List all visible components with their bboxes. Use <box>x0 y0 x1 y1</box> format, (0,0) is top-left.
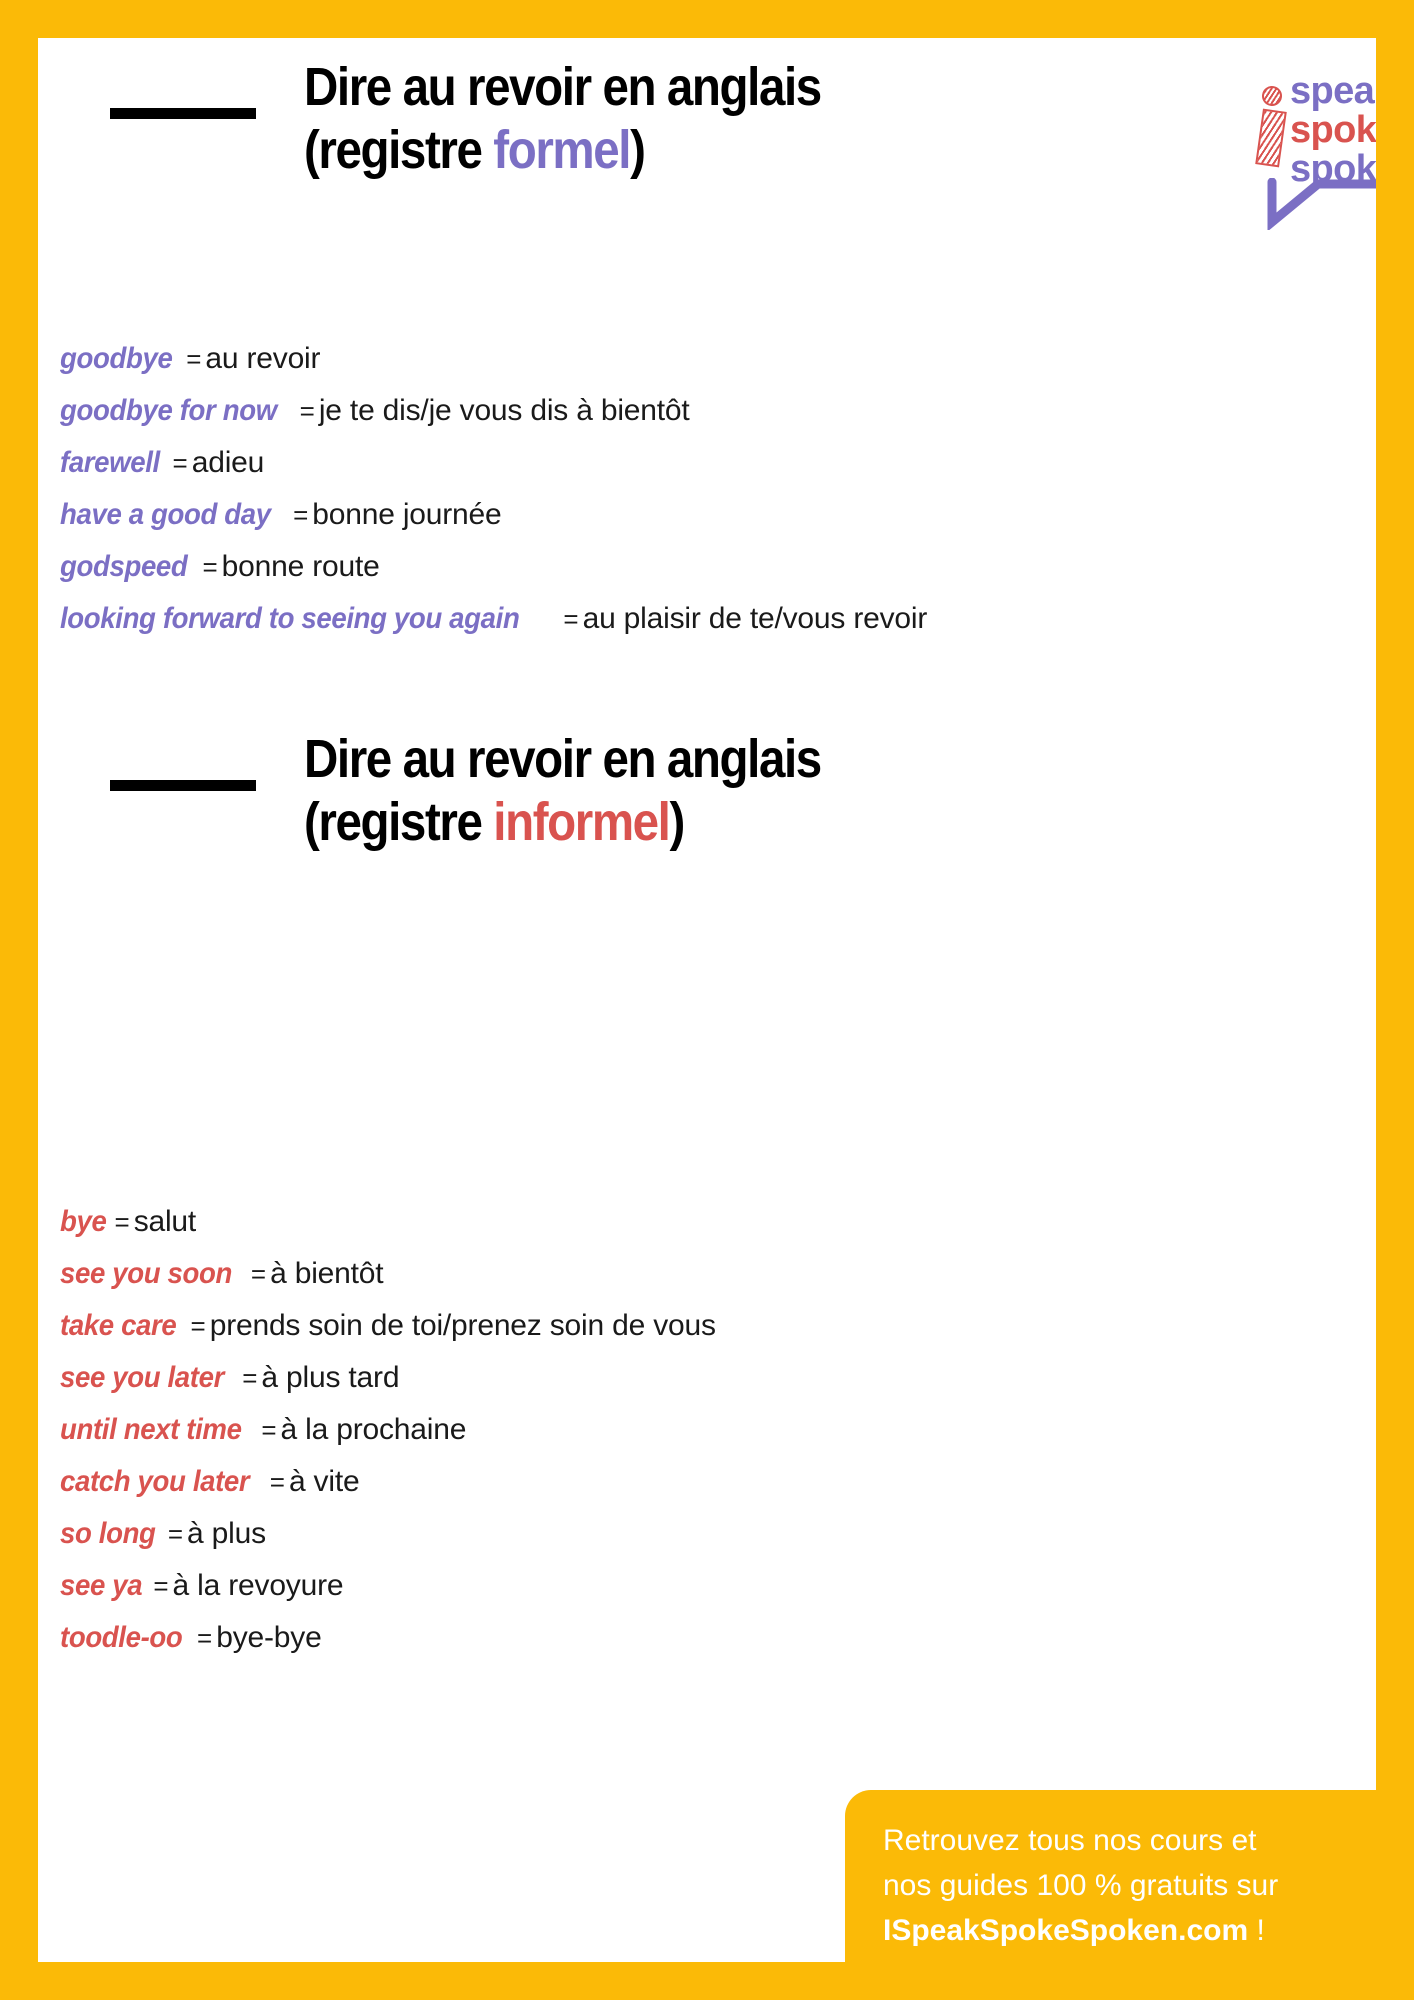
term-english: goodbye for now <box>60 394 277 427</box>
heading-line2-suffix: ) <box>669 792 685 852</box>
term-english: toodle-oo <box>60 1621 183 1654</box>
term-english: looking forward to seeing you again <box>60 602 520 635</box>
footer-line-1: Retrouvez tous nos cours et <box>883 1824 1257 1857</box>
word-row: catch you later = à vite <box>60 1456 716 1508</box>
word-list-informel: bye = salut see you soon = à bientôt take ca… <box>60 1196 716 1664</box>
term-english: take care <box>60 1309 177 1342</box>
term-english: see you later <box>60 1361 224 1394</box>
word-row: looking forward to seeing you again = au p… <box>60 593 927 645</box>
logo-word-speak: speak <box>1290 70 1376 112</box>
word-row: until next time = à la prochaine <box>60 1404 716 1456</box>
equals-sign: = <box>153 1571 169 1601</box>
equals-sign: = <box>250 1259 267 1289</box>
term-french: à bientôt <box>270 1257 384 1290</box>
brand-logo: speak spoke spoken <box>1228 68 1376 233</box>
section-heading-informel: Dire au revoir en anglais (registre info… <box>76 728 1076 868</box>
equals-sign: = <box>186 344 202 374</box>
footer-line-2: nos guides 100 % gratuits sur <box>883 1869 1279 1902</box>
term-english: catch you later <box>60 1465 250 1498</box>
word-row: see you later = à plus tard <box>60 1352 716 1404</box>
term-french: adieu <box>191 446 265 479</box>
term-english: so long <box>60 1517 156 1550</box>
word-row: so long = à plus <box>60 1508 716 1560</box>
heading-accent-formel: formel <box>493 120 631 180</box>
word-row: see ya = à la revoyure <box>60 1560 716 1612</box>
term-english: goodbye <box>60 342 173 375</box>
term-french: prends soin de toi/prenez soin de vous <box>209 1309 716 1342</box>
footer-cta-banner: Retrouvez tous nos cours et nos guides 1… <box>845 1790 1376 1962</box>
term-english: bye <box>60 1205 107 1238</box>
term-english: godspeed <box>60 550 188 583</box>
heading-text-informel: Dire au revoir en anglais (registre info… <box>304 728 822 854</box>
poster-sheet: speak spoke spoken Dire au revoir en ang… <box>38 38 1376 1962</box>
equals-sign: = <box>202 552 218 582</box>
word-list-formel: goodbye = au revoir goodbye for now = je te … <box>60 333 927 645</box>
equals-sign: = <box>261 1415 277 1445</box>
equals-sign: = <box>167 1519 184 1549</box>
equals-sign: = <box>197 1623 213 1653</box>
heading-accent-informel: informel <box>493 792 671 852</box>
word-row: take care = prends soin de toi/prenez soin… <box>60 1300 716 1352</box>
heading-dash-icon <box>110 108 256 119</box>
term-french: je te dis/je vous dis à bientôt <box>318 394 690 427</box>
term-english: farewell <box>60 446 160 479</box>
term-french: au revoir <box>205 342 321 375</box>
term-english: have a good day <box>60 498 271 531</box>
term-french: au plaisir de te/vous revoir <box>582 602 928 635</box>
word-row: farewell = adieu <box>60 437 927 489</box>
equals-sign: = <box>190 1311 206 1341</box>
equals-sign: = <box>299 396 315 426</box>
footer-line-3: ISpeakSpokeSpoken.com ! <box>883 1908 1376 1953</box>
heading-line1: Dire au revoir en anglais <box>304 57 822 117</box>
word-row: toodle-oo = bye-bye <box>60 1612 716 1664</box>
term-french: à plus tard <box>261 1361 400 1394</box>
word-row: goodbye for now = je te dis/je vous dis à … <box>60 385 927 437</box>
heading-line2-prefix: (registre <box>304 792 494 852</box>
logo-i-stem-icon <box>1255 108 1287 168</box>
word-row: godspeed = bonne route <box>60 541 927 593</box>
term-french: à la prochaine <box>280 1413 467 1446</box>
term-french: bye-bye <box>216 1621 322 1654</box>
footer-website-link[interactable]: ISpeakSpokeSpoken.com <box>883 1914 1248 1947</box>
logo-i-dot-icon <box>1260 84 1284 108</box>
term-french: à vite <box>288 1465 360 1498</box>
logo-striped-i-icon <box>1255 84 1287 168</box>
term-english: see you soon <box>60 1257 232 1290</box>
heading-text-formel: Dire au revoir en anglais (registre form… <box>304 56 822 182</box>
logo-word-spoke: spoke <box>1290 109 1376 151</box>
word-row: see you soon = à bientôt <box>60 1248 716 1300</box>
equals-sign: = <box>269 1467 285 1497</box>
poster-page: speak spoke spoken Dire au revoir en ang… <box>0 0 1414 2000</box>
footer-line-3-suffix: ! <box>1248 1914 1265 1947</box>
logo-wordmark: speak spoke spoken <box>1290 72 1376 189</box>
heading-line2-suffix: ) <box>630 120 646 180</box>
heading-line1: Dire au revoir en anglais <box>304 729 822 789</box>
term-french: à la revoyure <box>172 1569 344 1602</box>
logo-swoosh-icon <box>1267 178 1376 230</box>
word-row: have a good day = bonne journée <box>60 489 927 541</box>
heading-line2-prefix: (registre <box>304 120 494 180</box>
term-french: salut <box>133 1205 197 1238</box>
term-french: à plus <box>187 1517 266 1550</box>
equals-sign: = <box>293 500 309 530</box>
equals-sign: = <box>242 1363 258 1393</box>
heading-dash-icon <box>110 780 256 791</box>
term-english: until next time <box>60 1413 242 1446</box>
equals-sign: = <box>172 448 188 478</box>
term-french: bonne journée <box>312 498 502 531</box>
term-french: bonne route <box>221 550 380 583</box>
section-heading-formel: Dire au revoir en anglais (registre form… <box>76 56 1076 196</box>
word-row: goodbye = au revoir <box>60 333 927 385</box>
equals-sign: = <box>114 1207 130 1237</box>
equals-sign: = <box>563 604 579 634</box>
term-english: see ya <box>60 1569 143 1602</box>
word-row: bye = salut <box>60 1196 716 1248</box>
